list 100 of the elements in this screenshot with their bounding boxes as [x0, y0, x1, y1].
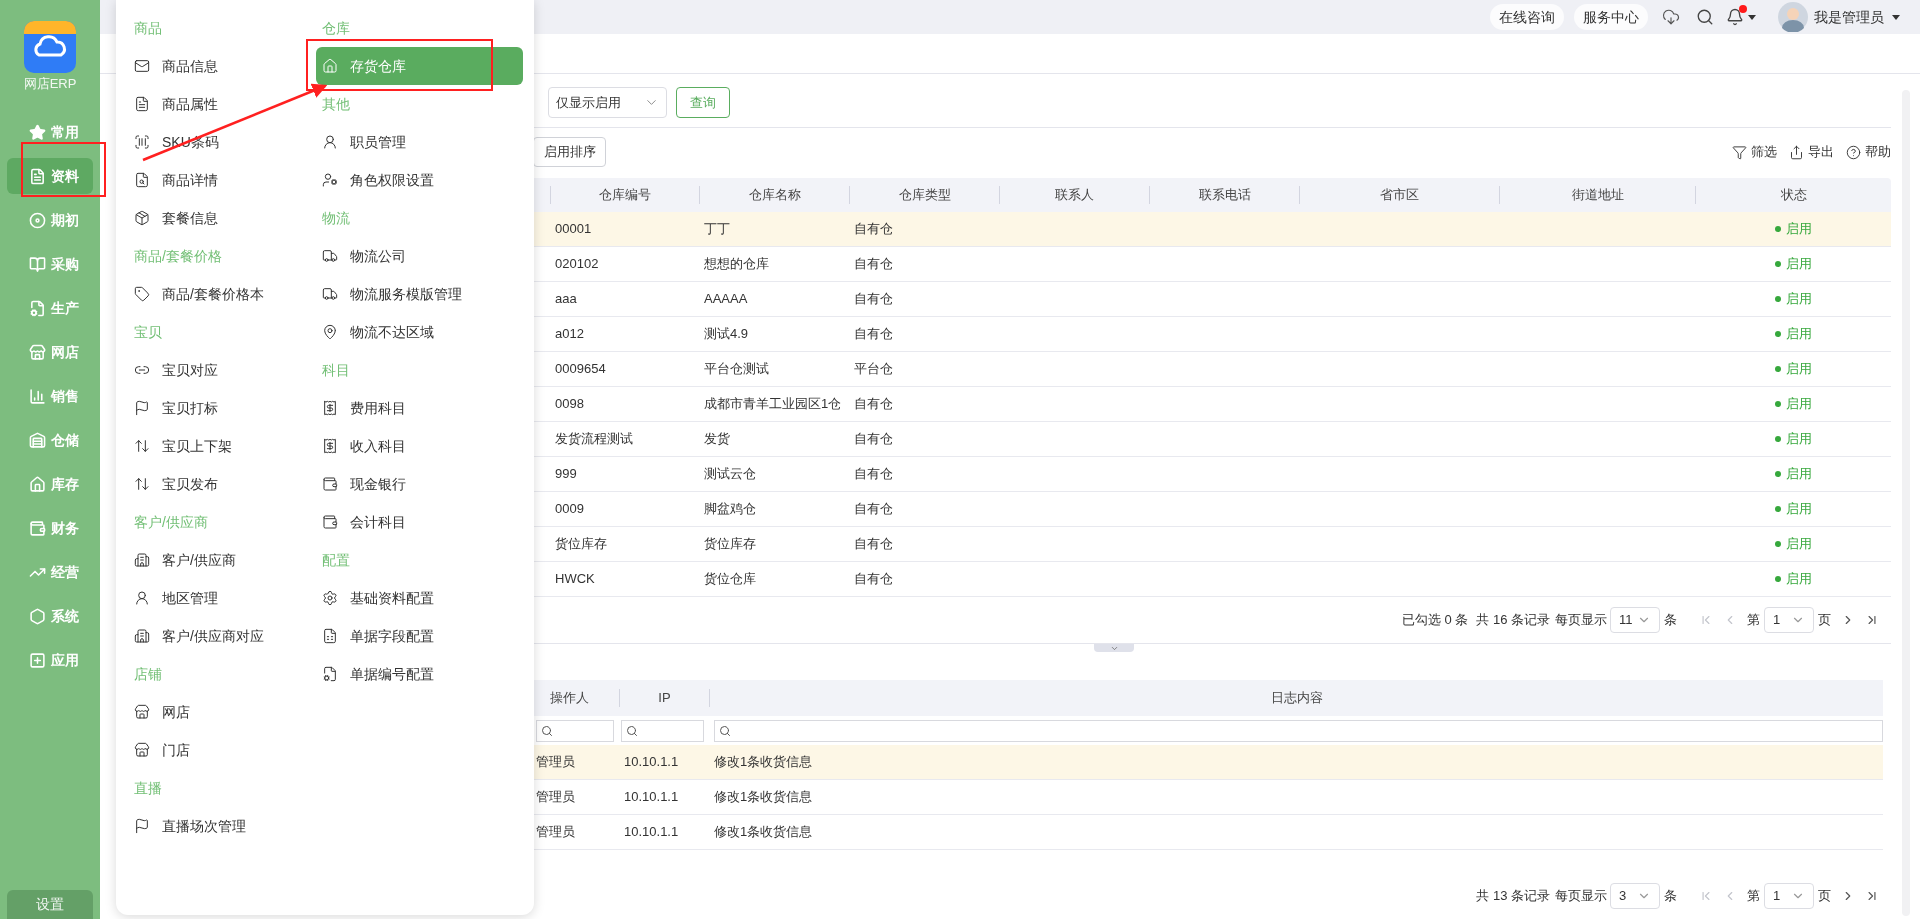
gear-icon: [322, 590, 338, 606]
column-header[interactable]: 街道地址: [1571, 185, 1624, 205]
filter-field[interactable]: [536, 719, 614, 742]
menu-item[interactable]: 客户/供应商: [128, 541, 316, 579]
caret-icon[interactable]: [1748, 14, 1756, 20]
table-cell: 测试云仓: [704, 466, 756, 482]
user-name[interactable]: 我是管理员: [1814, 6, 1884, 28]
status-label: 启用: [1774, 499, 1812, 519]
menu-item[interactable]: 门店: [128, 731, 316, 769]
menu-item[interactable]: 现金银行: [316, 465, 523, 503]
table-cell: 020102: [555, 256, 599, 272]
top-link-button[interactable]: 在线咨询: [1490, 4, 1564, 30]
search-icon: [719, 724, 731, 737]
menu-item[interactable]: 商品属性: [128, 85, 316, 123]
toolbar-action[interactable]: 帮助: [1846, 142, 1891, 162]
table-cell: 脚盆鸡仓: [704, 501, 756, 517]
table-cell: 发货: [704, 431, 730, 447]
table-cell: 平台仓: [854, 361, 893, 377]
bell-icon[interactable]: [1726, 8, 1744, 26]
selection-count: 已勾选 0 条: [1401, 611, 1469, 630]
menu-item[interactable]: 物流公司: [316, 237, 523, 275]
record-count: 共 13 条记录: [1476, 887, 1550, 906]
menu-item[interactable]: 宝贝发布: [128, 465, 316, 503]
caret-icon[interactable]: [1892, 14, 1900, 20]
menu-item[interactable]: 商品详情: [128, 161, 316, 199]
last-page-icon[interactable]: [1865, 889, 1879, 903]
page-select[interactable]: 1: [1764, 607, 1814, 633]
page-size-select[interactable]: 11: [1610, 607, 1660, 633]
search-icon[interactable]: [1696, 8, 1714, 26]
wallet-icon: [29, 519, 46, 537]
menu-item[interactable]: 单据字段配置: [316, 617, 523, 655]
cloud-download-icon[interactable]: [1662, 8, 1680, 26]
column-header[interactable]: IP: [658, 688, 671, 708]
status-label: 启用: [1774, 464, 1812, 484]
menu-item[interactable]: 客户/供应商对应: [128, 617, 316, 655]
status-select[interactable]: 仅显示启用: [548, 87, 667, 118]
envelope-icon: [134, 58, 150, 74]
barcode-icon: [134, 134, 150, 150]
column-header[interactable]: 日志内容: [1270, 688, 1323, 708]
avatar-icon[interactable]: [1778, 2, 1808, 32]
menu-item[interactable]: 物流服务模版管理: [316, 275, 523, 313]
menu-item[interactable]: 直播场次管理: [128, 807, 316, 845]
last-page-icon[interactable]: [1865, 613, 1879, 627]
menu-item[interactable]: 费用科目: [316, 389, 523, 427]
menu-item[interactable]: 会计科目: [316, 503, 523, 541]
menu-item[interactable]: 地区管理: [128, 579, 316, 617]
page-prefix: 第: [1747, 611, 1760, 630]
column-header[interactable]: 仓库类型: [898, 185, 951, 205]
menu-item[interactable]: 商品/套餐价格本: [128, 275, 316, 313]
first-page-icon[interactable]: [1699, 613, 1713, 627]
building-icon: [134, 552, 150, 568]
status-label: 启用: [1774, 324, 1812, 344]
column-header[interactable]: 操作人: [550, 688, 589, 708]
table-cell: 想想的仓库: [704, 256, 769, 272]
table-cell: 0009654: [555, 361, 606, 377]
person-gear-icon: [322, 172, 338, 188]
menu-item[interactable]: 宝贝打标: [128, 389, 316, 427]
column-header[interactable]: 仓库名称: [748, 185, 801, 205]
page-size-label: 每页显示: [1555, 611, 1607, 630]
page-suffix: 页: [1818, 887, 1831, 906]
menu-group-title: 直播: [134, 778, 162, 798]
filter-field[interactable]: [621, 719, 704, 742]
menu-group-title: 商品/套餐价格: [134, 246, 222, 266]
store-icon: [29, 343, 46, 361]
column-header[interactable]: 联系人: [1055, 185, 1094, 205]
menu-item[interactable]: 宝贝对应: [128, 351, 316, 389]
bar-chart-icon: [29, 387, 46, 405]
menu-item[interactable]: 单据编号配置: [316, 655, 523, 693]
star-icon: [29, 123, 46, 141]
toolbar-action[interactable]: 导出: [1789, 142, 1834, 162]
app-name: 网店ERP: [23, 76, 77, 92]
menu-item[interactable]: 角色权限设置: [316, 161, 523, 199]
collapse-handle[interactable]: [1094, 644, 1134, 652]
table-cell: 成都市青羊工业园区1仓: [704, 396, 842, 412]
column-header[interactable]: 状态: [1780, 185, 1807, 205]
page-select[interactable]: 1: [1764, 883, 1814, 909]
menu-item[interactable]: 商品信息: [128, 47, 316, 85]
menu-item[interactable]: 收入科目: [316, 427, 523, 465]
menu-item[interactable]: 职员管理: [316, 123, 523, 161]
column-header[interactable]: 联系电话: [1198, 185, 1251, 205]
column-header[interactable]: 省市区: [1380, 185, 1419, 205]
truck-icon: [322, 248, 338, 264]
page-size-select[interactable]: 3: [1610, 883, 1660, 909]
tag-icon: [134, 286, 150, 302]
menu-item[interactable]: 宝贝上下架: [128, 427, 316, 465]
page-suffix: 页: [1818, 611, 1831, 630]
table-cell: AAAAA: [704, 291, 748, 307]
column-header[interactable]: 仓库编号: [599, 185, 651, 205]
menu-item[interactable]: 网店: [128, 693, 316, 731]
first-page-icon[interactable]: [1699, 889, 1713, 903]
toolbar-action[interactable]: 筛选: [1732, 142, 1777, 162]
menu-item[interactable]: 物流不达区域: [316, 313, 523, 351]
filter-field[interactable]: [714, 719, 1883, 742]
menu-item[interactable]: 基础资料配置: [316, 579, 523, 617]
logo-icon: [24, 21, 76, 73]
menu-item[interactable]: 套餐信息: [128, 199, 316, 237]
top-link-button[interactable]: 服务中心: [1574, 4, 1648, 30]
page-size-unit: 条: [1664, 887, 1677, 906]
table-cell: 自有仓: [854, 256, 893, 272]
table-cell: 货位仓库: [704, 571, 756, 587]
